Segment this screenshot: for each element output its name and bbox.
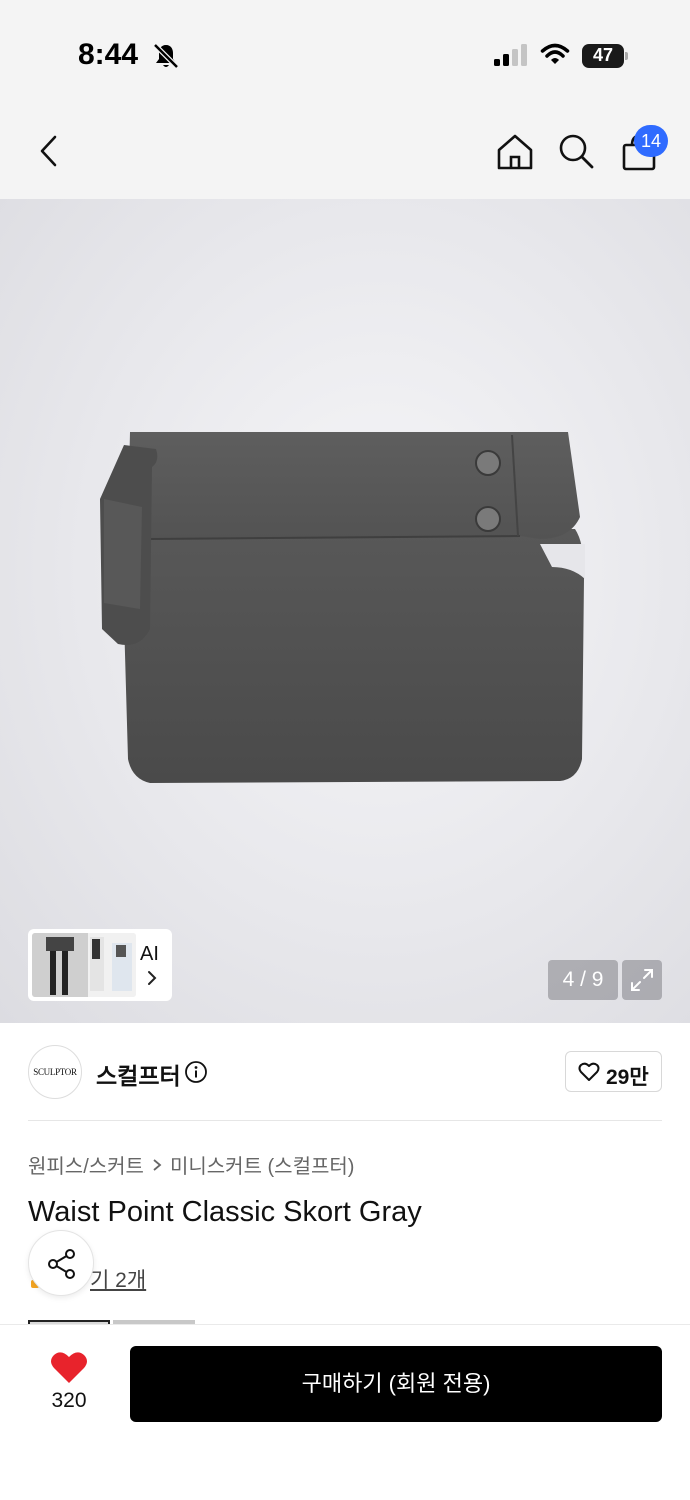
bottom-action-bar: 320 구매하기 (회원 전용)	[0, 1324, 690, 1500]
chevron-right-icon	[153, 1158, 162, 1171]
review-count-link[interactable]: 기 2개	[90, 1264, 146, 1294]
cart-count-badge: 14	[634, 125, 668, 157]
status-time: 8:44	[78, 38, 139, 71]
brand-name[interactable]: 스컬프터	[96, 1057, 181, 1091]
brand-like-button[interactable]: 29만	[565, 1051, 662, 1092]
bell-slash-icon	[153, 43, 179, 69]
ai-lookbook-chip[interactable]: AI	[28, 929, 172, 1001]
info-icon[interactable]	[184, 1060, 208, 1084]
ai-lookbook-thumbnail	[32, 933, 136, 997]
breadcrumb-item[interactable]: 미니스커트 (스컬프터)	[170, 1150, 354, 1179]
breadcrumb: 원피스/스커트 미니스커트 (스컬프터)	[28, 1150, 354, 1179]
product-title: Waist Point Classic Skort Gray	[28, 1196, 422, 1228]
wifi-icon	[540, 43, 570, 64]
buy-button[interactable]: 구매하기 (회원 전용)	[130, 1346, 662, 1422]
brand-row[interactable]: SCULPTOR 스컬프터 29만	[0, 1023, 690, 1121]
ai-label: AI	[140, 943, 159, 965]
expand-icon	[631, 969, 653, 991]
expand-button[interactable]	[622, 960, 662, 1000]
image-counter: 4 / 9	[548, 960, 618, 1000]
divider	[28, 1120, 662, 1121]
status-bar: 8:44 47	[0, 0, 690, 105]
breadcrumb-item[interactable]: 원피스/스커트	[28, 1150, 144, 1179]
product-image-skort	[100, 432, 585, 783]
ai-lookbook-thumbnail-image	[32, 933, 136, 997]
product-image-gallery[interactable]: AI 4 / 9	[0, 199, 690, 1023]
signal-icon	[494, 44, 527, 66]
top-nav-bar: 14	[0, 105, 690, 199]
back-icon[interactable]	[30, 131, 70, 171]
share-button[interactable]	[28, 1230, 94, 1296]
share-icon	[48, 1249, 75, 1279]
home-icon[interactable]	[494, 131, 536, 173]
battery-level: 47	[592, 45, 614, 65]
wish-count: 320	[51, 1389, 87, 1412]
brand-logo[interactable]: SCULPTOR	[28, 1045, 82, 1099]
heart-filled-icon[interactable]	[50, 1351, 88, 1385]
brand-like-count: 29만	[606, 1066, 649, 1089]
battery-icon: 47	[582, 44, 628, 68]
battery-cap	[625, 52, 628, 60]
search-icon[interactable]	[556, 131, 596, 171]
heart-outline-icon	[578, 1062, 600, 1081]
chevron-right-icon	[148, 971, 157, 985]
